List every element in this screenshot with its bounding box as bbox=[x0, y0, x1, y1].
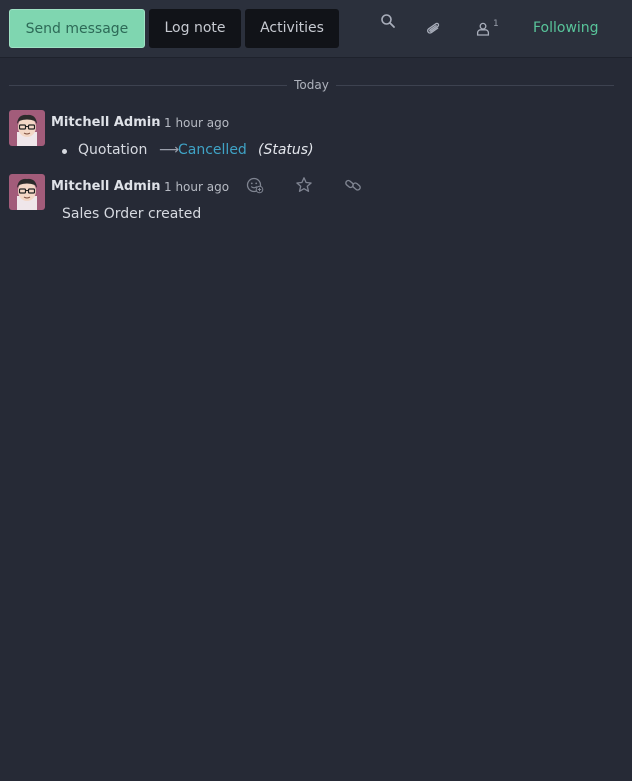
date-separator-label: Today bbox=[287, 78, 336, 92]
avatar[interactable] bbox=[9, 174, 45, 210]
user-icon[interactable] bbox=[476, 22, 490, 36]
link-icon[interactable] bbox=[344, 176, 362, 194]
author-time-separator: - bbox=[154, 180, 159, 194]
activities-button[interactable]: Activities bbox=[245, 9, 339, 48]
follower-count: 1 bbox=[493, 19, 499, 29]
chatter-panel: Send message Log note Activities 1 Follo… bbox=[0, 0, 632, 781]
message-author[interactable]: Mitchell Admin bbox=[51, 179, 160, 194]
tracking-old-value: Quotation bbox=[78, 142, 148, 158]
message-timestamp: 1 hour ago bbox=[164, 180, 230, 194]
message-author[interactable]: Mitchell Admin bbox=[51, 115, 160, 130]
author-time-separator: - bbox=[154, 116, 159, 130]
log-note-button[interactable]: Log note bbox=[149, 9, 241, 48]
date-separator: Today bbox=[9, 78, 614, 94]
avatar[interactable] bbox=[9, 110, 45, 146]
send-message-button[interactable]: Send message bbox=[9, 9, 145, 48]
arrow-right-icon: ⟶ bbox=[159, 142, 180, 158]
paperclip-icon[interactable] bbox=[426, 21, 442, 37]
tracking-new-value: Cancelled bbox=[178, 142, 247, 158]
search-icon[interactable] bbox=[380, 13, 396, 29]
separator-line bbox=[335, 85, 614, 86]
bullet bbox=[62, 149, 67, 154]
star-icon[interactable] bbox=[295, 176, 313, 194]
chatter-topbar: Send message Log note Activities 1 Follo… bbox=[0, 0, 632, 58]
message-body: Sales Order created bbox=[62, 206, 202, 222]
following-button[interactable]: Following bbox=[533, 20, 599, 36]
message-timestamp: 1 hour ago bbox=[164, 116, 230, 130]
tracking-field-name: (Status) bbox=[258, 142, 314, 158]
add-reaction-icon[interactable] bbox=[246, 176, 264, 194]
